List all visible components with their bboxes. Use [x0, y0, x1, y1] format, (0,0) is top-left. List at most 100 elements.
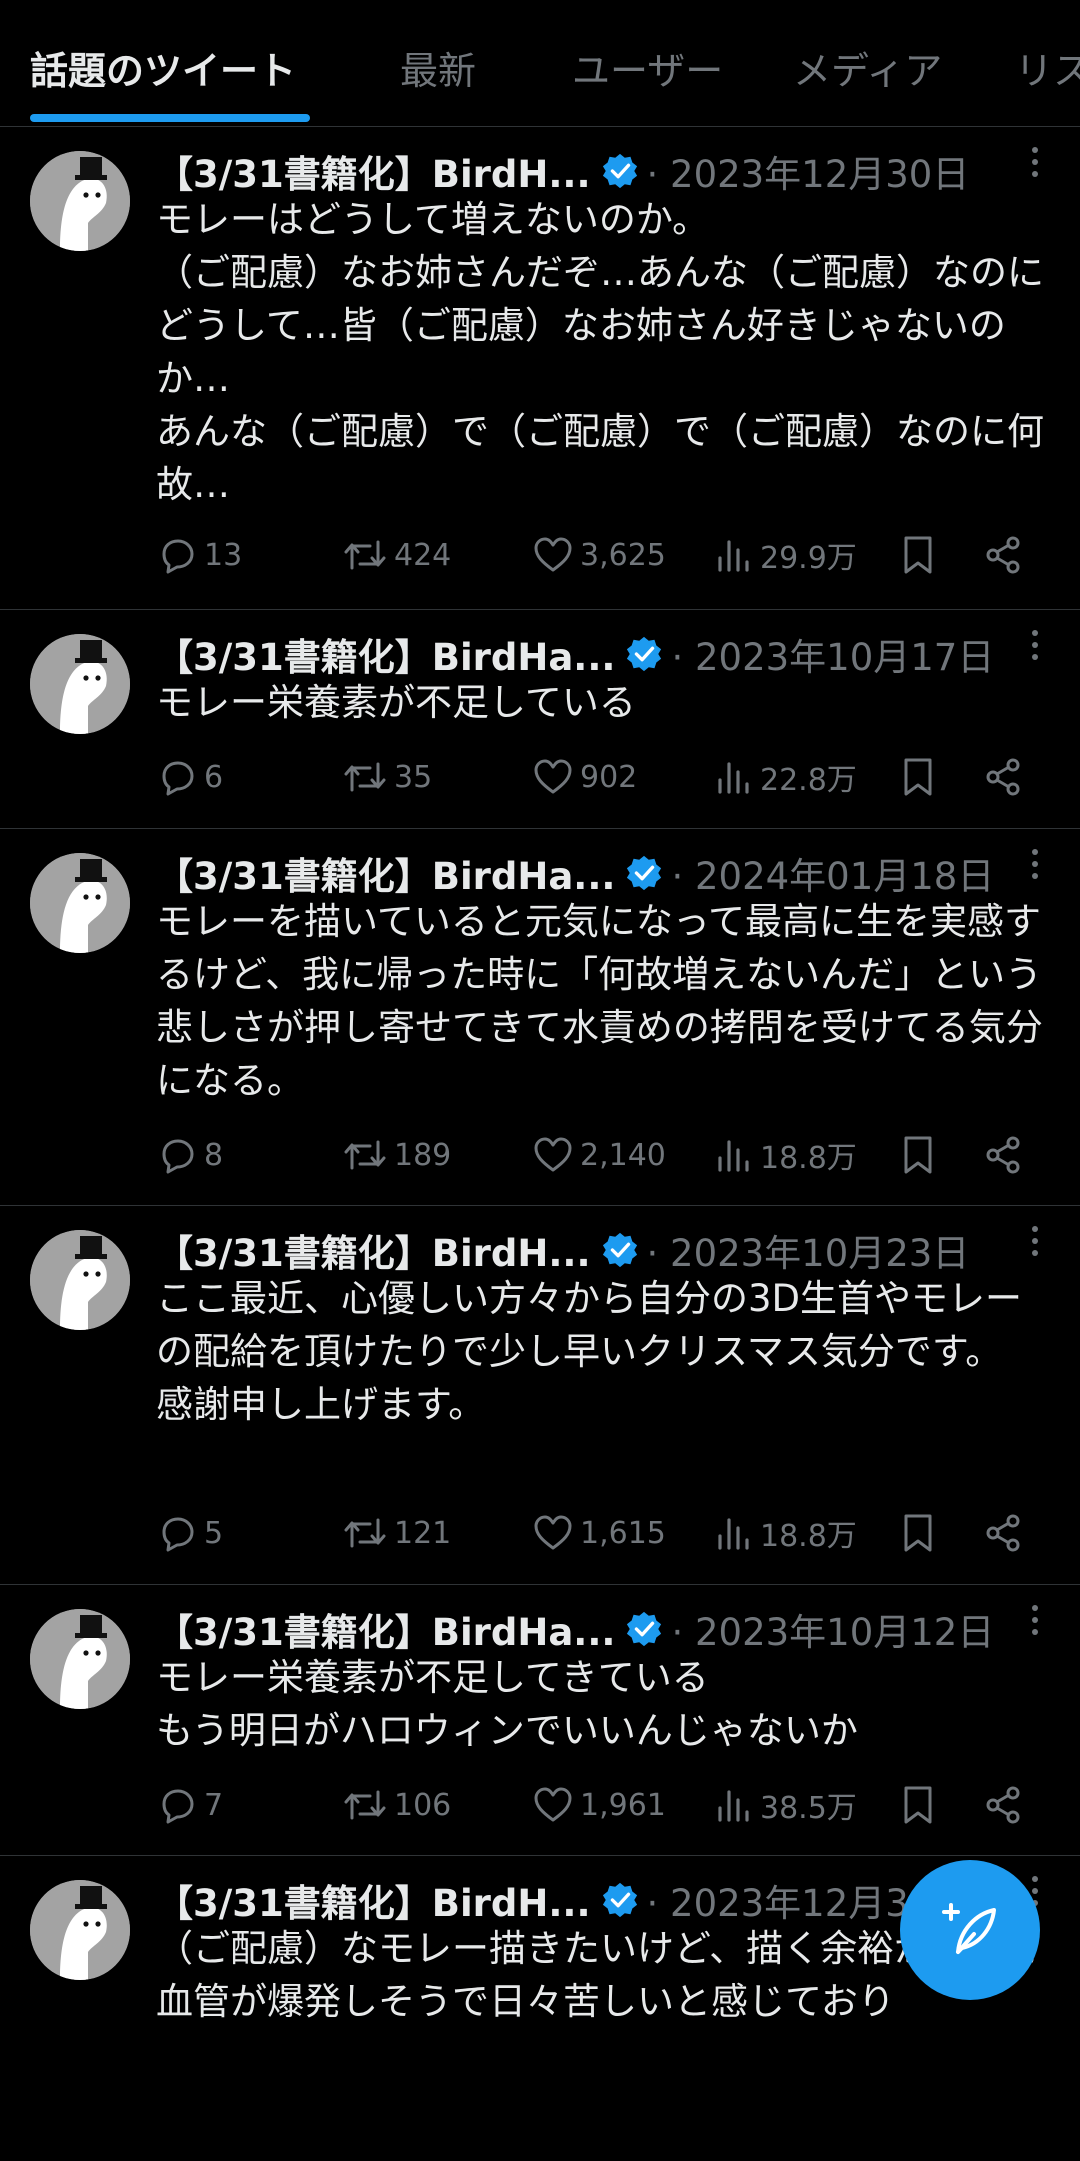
retweet-button[interactable]: 121 [342, 1508, 451, 1558]
author-name[interactable]: 【3/31書籍化】BirdHa... [156, 627, 615, 681]
reply-button[interactable]: 7 [156, 1780, 223, 1830]
more-options-icon[interactable] [1030, 1226, 1040, 1266]
like-icon [534, 1515, 572, 1550]
reply-button[interactable]: 8 [156, 1130, 223, 1180]
retweet-icon [344, 1790, 386, 1820]
share-button[interactable] [982, 752, 1030, 802]
retweet-count: 106 [394, 1787, 452, 1823]
author-name[interactable]: 【3/31書籍化】BirdH... [156, 1873, 591, 1927]
tweet-header: 【3/31書籍化】BirdHa... · 2024年01月18日 [156, 847, 1036, 899]
tweet-date[interactable]: · 2023年10月12日 [671, 1602, 994, 1656]
more-options-icon[interactable] [1030, 147, 1040, 187]
views-button[interactable]: 38.5万 [712, 1780, 857, 1830]
tweet-date[interactable]: · 2024年01月18日 [671, 846, 994, 900]
views-button[interactable]: 29.9万 [712, 530, 857, 580]
verified-badge-icon [627, 636, 662, 672]
tweet[interactable]: 【3/31書籍化】BirdHa... · 2024年01月18日 モレーを描いて… [0, 829, 1080, 1206]
retweet-icon [344, 1140, 386, 1170]
tweet-actions: 5 121 1,615 18.8万 [156, 1508, 1036, 1558]
tweet[interactable]: 【3/31書籍化】BirdHa... · 2023年10月12日 モレー栄養素が… [0, 1585, 1080, 1856]
like-count: 3,625 [580, 537, 666, 573]
tweet[interactable]: 【3/31書籍化】BirdHa... · 2023年10月17日 モレー栄養素が… [0, 610, 1080, 829]
tweet-header: 【3/31書籍化】BirdHa... · 2023年10月12日 [156, 1603, 1036, 1655]
retweet-button[interactable]: 424 [342, 530, 451, 580]
tab-lists[interactable]: リス [1015, 40, 1080, 95]
tweet-date[interactable]: · 2023年12月30 [647, 1873, 933, 1927]
tab-latest[interactable]: 最新 [400, 40, 476, 95]
author-name[interactable]: 【3/31書籍化】BirdHa... [156, 1602, 615, 1656]
author-name[interactable]: 【3/31書籍化】BirdH... [156, 144, 591, 198]
retweet-button[interactable]: 35 [342, 752, 432, 802]
bookmark-button[interactable] [898, 1780, 944, 1830]
bookmark-button[interactable] [898, 1508, 944, 1558]
compose-tweet-button[interactable] [900, 1860, 1040, 2000]
retweet-button[interactable]: 106 [342, 1780, 451, 1830]
verified-badge-icon [602, 153, 637, 189]
reply-icon [162, 761, 194, 796]
tweet-date[interactable]: · 2023年12月30日 [647, 144, 970, 198]
views-button[interactable]: 18.8万 [712, 1130, 857, 1180]
bookmark-button[interactable] [898, 1130, 944, 1180]
tweet-text: モレーはどうして増えないのか。 （ご配慮）なお姉さんだぞ…あんな（ご配慮）なのに… [156, 198, 1044, 506]
retweet-count: 35 [394, 759, 433, 795]
author-name[interactable]: 【3/31書籍化】BirdH... [156, 1223, 591, 1277]
reply-button[interactable]: 6 [156, 752, 223, 802]
share-icon [986, 1786, 1020, 1824]
bookmark-button[interactable] [898, 530, 944, 580]
avatar[interactable] [30, 1230, 130, 1330]
tweet-actions: 13 424 3,625 29.9万 [156, 530, 1036, 580]
bookmark-button[interactable] [898, 752, 944, 802]
tweet[interactable]: 【3/31書籍化】BirdH... · 2023年12月30日 モレーはどうして… [0, 127, 1080, 610]
bookmark-icon [904, 1514, 932, 1552]
views-button[interactable]: 18.8万 [712, 1508, 857, 1558]
reply-button[interactable]: 13 [156, 530, 242, 580]
avatar[interactable] [30, 634, 130, 734]
share-button[interactable] [982, 530, 1030, 580]
share-button[interactable] [982, 1508, 1030, 1558]
views-icon [718, 1790, 749, 1822]
tweet-text: モレー栄養素が不足している [156, 681, 636, 724]
retweet-count: 424 [394, 537, 452, 573]
views-button[interactable]: 22.8万 [712, 752, 857, 802]
avatar[interactable] [30, 853, 130, 953]
tab-media[interactable]: メディア [793, 40, 942, 95]
reply-icon [162, 1139, 194, 1174]
tweet-date[interactable]: · 2023年10月23日 [647, 1223, 970, 1277]
tweet-text: モレーを描いていると元気になって最高に生を実感するけど、我に帰った時に「何故増え… [156, 900, 1043, 1102]
like-icon [534, 1137, 572, 1172]
reply-count: 13 [204, 537, 243, 573]
reply-button[interactable]: 5 [156, 1508, 223, 1558]
like-button[interactable]: 3,625 [532, 530, 666, 580]
avatar[interactable] [30, 151, 130, 251]
share-button[interactable] [982, 1780, 1030, 1830]
views-count: 29.9万 [760, 541, 857, 576]
author-name[interactable]: 【3/31書籍化】BirdHa... [156, 846, 615, 900]
more-options-icon[interactable] [1030, 849, 1040, 889]
reply-count: 5 [204, 1515, 224, 1551]
avatar[interactable] [30, 1609, 130, 1709]
bookmark-icon [904, 758, 932, 796]
reply-icon [162, 539, 194, 574]
reply-count: 6 [204, 759, 224, 795]
like-button[interactable]: 1,961 [532, 1780, 666, 1830]
share-button[interactable] [982, 1130, 1030, 1180]
like-button[interactable]: 1,615 [532, 1508, 666, 1558]
views-icon [718, 762, 749, 794]
like-button[interactable]: 902 [532, 752, 637, 802]
tweet[interactable]: 【3/31書籍化】BirdH... · 2023年10月23日 ここ最近、心優し… [0, 1206, 1080, 1585]
avatar[interactable] [30, 1880, 130, 1980]
search-tabs: 話題のツイート 最新 ユーザー メディア リス [0, 0, 1080, 127]
like-button[interactable]: 2,140 [532, 1130, 666, 1180]
more-options-icon[interactable] [1030, 1605, 1040, 1645]
tab-users[interactable]: ユーザー [572, 40, 723, 95]
retweet-icon [344, 540, 386, 570]
tab-top[interactable]: 話題のツイート [30, 40, 296, 95]
verified-badge-icon [602, 1882, 637, 1918]
tweet-header: 【3/31書籍化】BirdHa... · 2023年10月17日 [156, 628, 1036, 680]
retweet-button[interactable]: 189 [342, 1130, 451, 1180]
avatar-bird-drawing [30, 1609, 130, 1709]
like-count: 2,140 [580, 1137, 666, 1173]
more-options-icon[interactable] [1030, 630, 1040, 670]
tweet-header: 【3/31書籍化】BirdH... · 2023年12月30日 [156, 145, 1036, 197]
tweet-date[interactable]: · 2023年10月17日 [671, 627, 994, 681]
